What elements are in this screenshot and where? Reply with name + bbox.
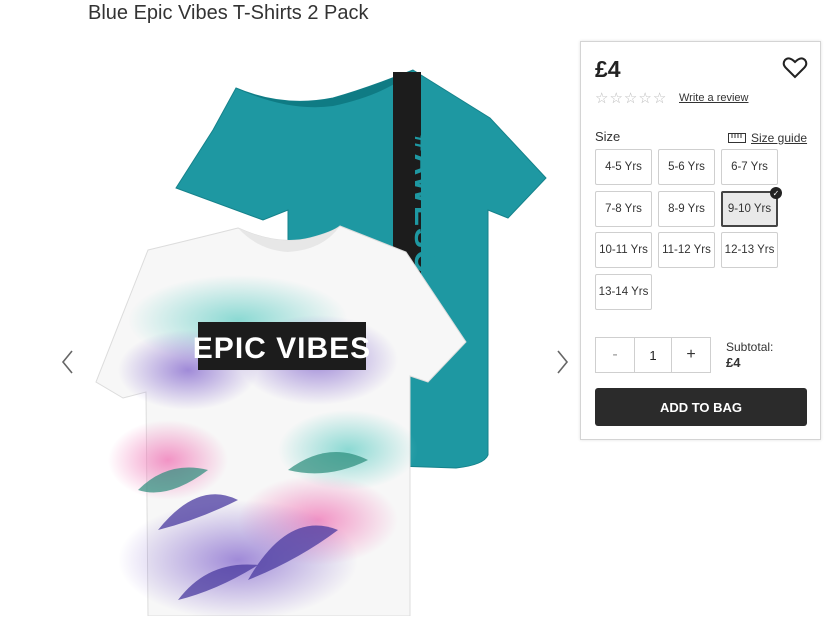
quantity-decrease-button[interactable]: - bbox=[596, 338, 635, 372]
size-option[interactable]: 4-5 Yrs bbox=[595, 149, 652, 185]
star-icon: ☆ bbox=[609, 90, 623, 107]
star-icon: ☆ bbox=[595, 90, 609, 107]
star-icon: ☆ bbox=[652, 90, 667, 107]
size-guide-label: Size guide bbox=[751, 131, 808, 145]
product-image: #AWESOME EPIC VIBES bbox=[88, 60, 558, 620]
white-tshirt: EPIC VIBES bbox=[95, 225, 467, 620]
size-option[interactable]: 13-14 Yrs bbox=[595, 274, 652, 310]
subtotal-label: Subtotal: bbox=[726, 340, 774, 354]
quantity-increase-button[interactable]: + bbox=[671, 338, 710, 372]
size-option[interactable]: 6-7 Yrs bbox=[721, 149, 778, 185]
wishlist-heart-icon[interactable] bbox=[782, 56, 808, 80]
quantity-stepper: - 1 + bbox=[595, 337, 711, 373]
front-shirt-text: EPIC VIBES bbox=[193, 332, 371, 365]
ruler-icon bbox=[728, 133, 746, 143]
previous-image-arrow[interactable] bbox=[58, 347, 78, 377]
size-option[interactable]: 8-9 Yrs bbox=[658, 191, 715, 227]
product-title: Blue Epic Vibes T-Shirts 2 Pack bbox=[88, 2, 369, 24]
star-icon: ☆ bbox=[623, 90, 638, 107]
size-option[interactable]: 12-13 Yrs bbox=[721, 232, 778, 268]
size-option-label: 9-10 Yrs bbox=[727, 203, 772, 215]
quantity-input[interactable]: 1 bbox=[635, 338, 671, 372]
size-option-selected[interactable]: 9-10 Yrs ✓ bbox=[721, 187, 782, 227]
size-option[interactable]: 10-11 Yrs bbox=[595, 232, 652, 268]
size-option[interactable]: 5-6 Yrs bbox=[658, 149, 715, 185]
price: £4 bbox=[595, 56, 621, 82]
size-label: Size bbox=[595, 129, 621, 144]
checkmark-icon: ✓ bbox=[770, 187, 782, 199]
star-icon: ☆ bbox=[638, 90, 652, 107]
size-option[interactable]: 11-12 Yrs bbox=[658, 232, 715, 268]
rating-stars: ☆ ☆ ☆ ☆ ☆ bbox=[595, 91, 666, 107]
subtotal: Subtotal: £4 bbox=[726, 340, 773, 370]
size-option[interactable]: 7-8 Yrs bbox=[595, 191, 652, 227]
purchase-panel: £4 ☆ ☆ ☆ ☆ ☆ Write a review Size Size gu… bbox=[580, 41, 821, 440]
write-review-link[interactable]: Write a review bbox=[679, 92, 748, 104]
subtotal-amount: £4 bbox=[726, 355, 741, 370]
chevron-left-icon bbox=[61, 350, 73, 374]
size-guide-link[interactable]: Size guide bbox=[728, 131, 807, 145]
add-to-bag-button[interactable]: ADD TO BAG bbox=[595, 388, 807, 426]
